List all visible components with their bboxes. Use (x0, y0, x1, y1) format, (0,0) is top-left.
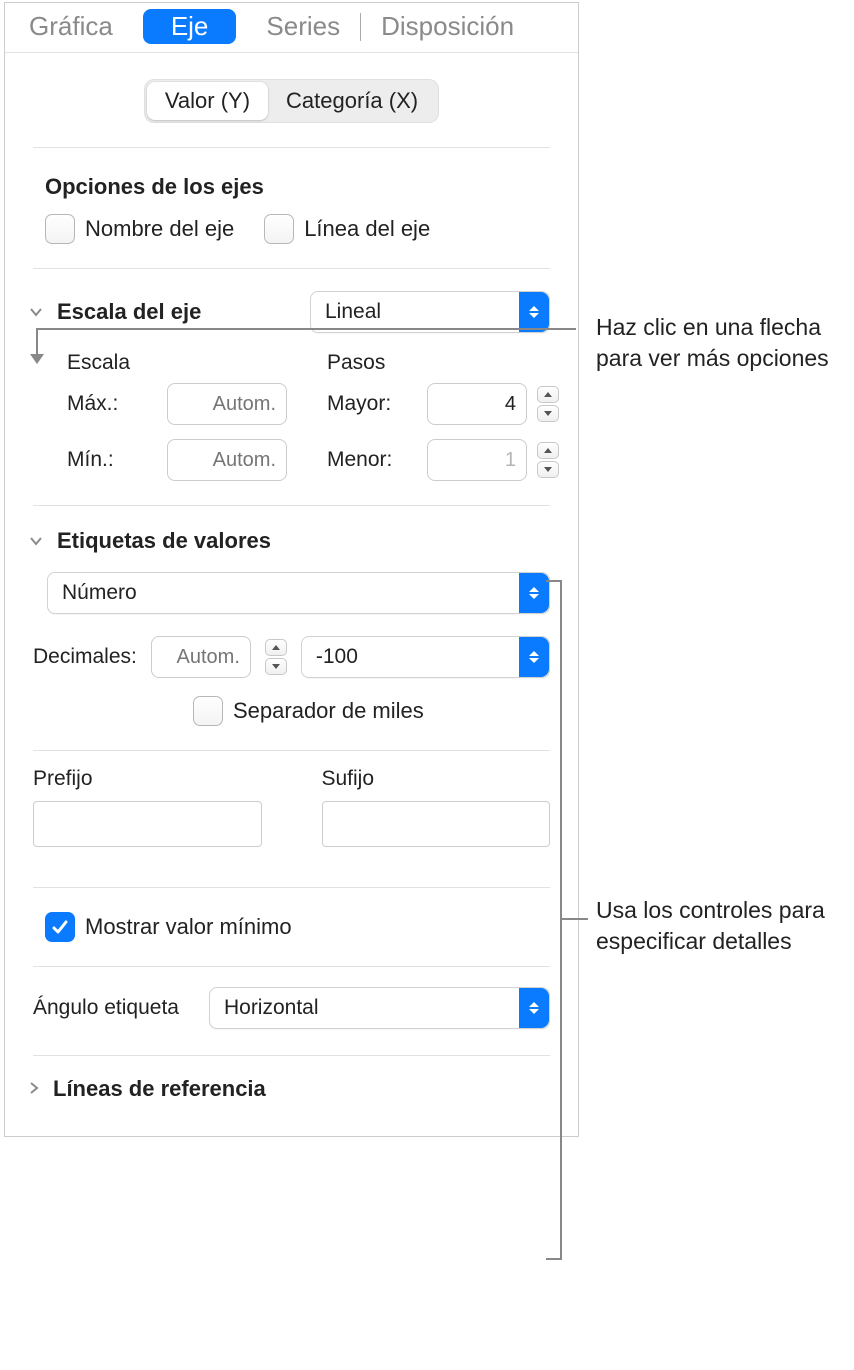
segment-value-y[interactable]: Valor (Y) (147, 82, 268, 120)
min-label: Mín.: (67, 448, 157, 472)
popup-arrows-icon (519, 988, 549, 1028)
decimals-stepper[interactable] (265, 639, 287, 675)
minor-stepper[interactable] (537, 442, 559, 478)
thousands-label: Separador de miles (233, 698, 424, 724)
suffix-label: Sufijo (322, 767, 551, 791)
negative-format-value: -100 (316, 645, 358, 669)
label-angle-row: Ángulo etiqueta Horizontal (5, 967, 578, 1055)
checkbox-show-min[interactable]: Mostrar valor mínimo (45, 912, 292, 942)
max-input[interactable] (167, 383, 287, 425)
checkbox-axis-name[interactable]: Nombre del eje (45, 214, 234, 244)
angle-label: Ángulo etiqueta (33, 996, 179, 1020)
angle-value: Horizontal (224, 996, 319, 1020)
min-input[interactable] (167, 439, 287, 481)
scale-type-popup[interactable]: Lineal (310, 291, 550, 333)
minor-label: Menor: (327, 448, 417, 472)
major-stepper[interactable] (537, 386, 559, 422)
axis-line-label: Línea del eje (304, 216, 430, 242)
reference-lines-header: Líneas de referencia (5, 1056, 578, 1106)
checkbox-thousands[interactable]: Separador de miles (193, 696, 424, 726)
checkbox-icon (264, 214, 294, 244)
popup-arrows-icon (519, 573, 549, 613)
minor-input[interactable] (427, 439, 527, 481)
major-input[interactable] (427, 383, 527, 425)
decimals-input[interactable] (151, 636, 251, 678)
stepper-up-icon[interactable] (537, 386, 559, 403)
tab-axis[interactable]: Eje (143, 9, 237, 44)
callout-mid: Usa los controles para especificar detal… (596, 895, 846, 957)
decimals-row: Decimales: -100 (5, 614, 578, 678)
axis-segmented: Valor (Y) Categoría (X) (144, 79, 439, 123)
steps-heading: Pasos (327, 351, 559, 375)
chevron-down-icon[interactable] (27, 303, 45, 321)
tab-layout[interactable]: Disposición (371, 9, 524, 44)
tab-divider (360, 13, 361, 41)
callout-line (36, 328, 576, 330)
show-min-label: Mostrar valor mínimo (85, 914, 292, 940)
scale-type-value: Lineal (325, 300, 381, 324)
axis-scale-header: Escala del eje Lineal (5, 269, 578, 343)
axis-scale-title: Escala del eje (57, 299, 201, 325)
prefix-input[interactable] (33, 801, 262, 847)
arrowhead-icon (30, 354, 44, 364)
max-label: Máx.: (67, 392, 157, 416)
major-label: Mayor: (327, 392, 417, 416)
axis-segment-wrap: Valor (Y) Categoría (X) (33, 53, 550, 148)
checkbox-axis-line[interactable]: Línea del eje (264, 214, 430, 244)
callout-line (36, 328, 38, 356)
show-min-row: Mostrar valor mínimo (5, 888, 578, 966)
checkbox-icon (193, 696, 223, 726)
stepper-up-icon[interactable] (537, 442, 559, 459)
value-format-popup[interactable]: Número (47, 572, 550, 614)
value-labels-header: Etiquetas de valores (5, 506, 578, 564)
prefix-suffix-row: Prefijo Sufijo (5, 751, 578, 847)
popup-arrows-icon (519, 292, 549, 332)
thousands-row: Separador de miles (5, 678, 578, 750)
tab-chart[interactable]: Gráfica (19, 9, 123, 44)
stepper-down-icon[interactable] (537, 461, 559, 478)
checkbox-checked-icon (45, 912, 75, 942)
format-panel: Gráfica Eje Series Disposición Valor (Y)… (4, 2, 579, 1137)
checkbox-icon (45, 214, 75, 244)
axis-options-title: Opciones de los ejes (5, 148, 578, 214)
reference-lines-title: Líneas de referencia (53, 1076, 266, 1102)
stepper-down-icon[interactable] (537, 405, 559, 422)
callout-line (560, 918, 588, 920)
suffix-input[interactable] (322, 801, 551, 847)
angle-popup[interactable]: Horizontal (209, 987, 550, 1029)
negative-format-popup[interactable]: -100 (301, 636, 550, 678)
decimals-label: Decimales: (33, 645, 137, 669)
callout-top: Haz clic en una flecha para ver más opci… (596, 312, 841, 374)
value-labels-title: Etiquetas de valores (57, 528, 271, 554)
scale-heading: Escala (67, 351, 287, 375)
stepper-down-icon[interactable] (265, 658, 287, 675)
scale-steps-row: Escala Máx.: Mín.: Pasos Mayor: Meno (5, 351, 578, 495)
tab-series[interactable]: Series (256, 9, 350, 44)
bracket-line (560, 580, 562, 1260)
axis-name-label: Nombre del eje (85, 216, 234, 242)
stepper-up-icon[interactable] (265, 639, 287, 656)
tab-bar: Gráfica Eje Series Disposición (5, 3, 578, 53)
value-format-value: Número (62, 581, 137, 605)
chevron-right-icon[interactable] (27, 1077, 41, 1101)
chevron-down-icon[interactable] (27, 532, 45, 550)
popup-arrows-icon (519, 637, 549, 677)
segment-category-x[interactable]: Categoría (X) (268, 82, 436, 120)
prefix-label: Prefijo (33, 767, 262, 791)
